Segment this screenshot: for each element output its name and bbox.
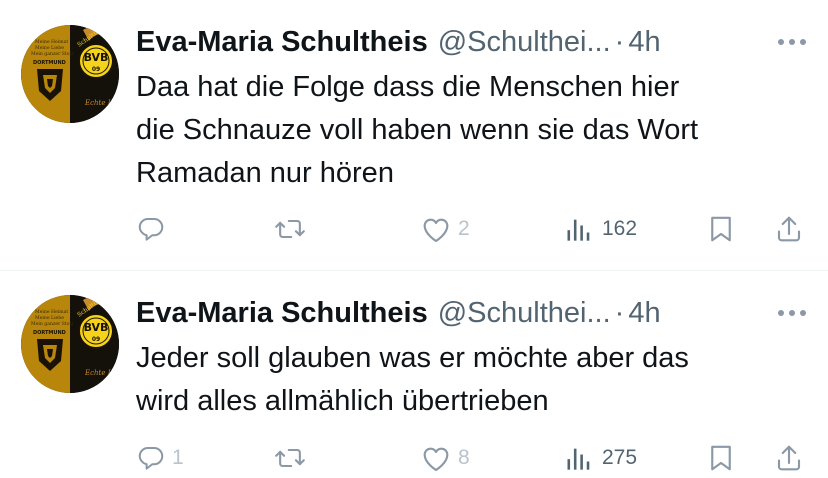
reply-icon [138, 447, 164, 470]
views-icon [567, 448, 590, 470]
timestamp[interactable]: 4h [628, 297, 660, 330]
bvb-crest-avatar-icon: Meine Heimat Meine Liebe Mein ganzer Sto… [21, 25, 119, 123]
retweet-icon [275, 448, 305, 468]
bookmark-icon [711, 445, 731, 471]
author-handle[interactable]: @Schulthei... [438, 26, 611, 59]
avatar-text: Meine Liebe [35, 45, 64, 51]
reply-icon [138, 218, 164, 241]
bookmark-button[interactable] [707, 209, 735, 249]
tweet-header: Eva-Maria Schultheis @Schulthei... · 4h [136, 22, 756, 62]
avatar-text: Mein ganzer Stolz [31, 51, 74, 57]
bvb-crest-avatar-icon: Meine Heimat Meine Liebe Mein ganzer Sto… [21, 295, 119, 393]
share-button[interactable] [774, 209, 804, 249]
like-button[interactable]: 2 [420, 209, 470, 249]
retweet-button[interactable] [274, 209, 312, 249]
avatar[interactable]: Meine Heimat Meine Liebe Mein ganzer Sto… [21, 295, 119, 393]
separator-dot: · [614, 25, 625, 58]
more-button[interactable] [772, 299, 812, 327]
action-bar: 2 162 [0, 209, 828, 249]
views-count: 162 [602, 217, 638, 240]
retweet-button[interactable] [274, 438, 312, 478]
avatar-text: Meine Liebe [35, 315, 64, 321]
like-count: 2 [458, 217, 470, 240]
author-name[interactable]: Eva-Maria Schultheis [136, 297, 428, 330]
more-button[interactable] [772, 28, 812, 56]
bookmark-icon [711, 216, 731, 242]
heart-icon [423, 447, 449, 472]
retweet-icon [275, 219, 305, 239]
avatar-text: Meine Heimat [35, 309, 68, 315]
views-button[interactable]: 162 [564, 209, 637, 249]
reply-button[interactable]: 1 [136, 438, 184, 478]
ellipsis-icon [778, 39, 806, 45]
avatar-text: Echte Liebe [84, 369, 119, 377]
reply-count: 1 [172, 446, 184, 469]
author-name[interactable]: Eva-Maria Schultheis [136, 26, 428, 59]
avatar[interactable]: Meine Heimat Meine Liebe Mein ganzer Sto… [21, 25, 119, 123]
tweet-header: Eva-Maria Schultheis @Schulthei... · 4h [136, 293, 756, 333]
tweet[interactable]: Meine Heimat Meine Liebe Mein ganzer Sto… [0, 271, 828, 478]
tweet-text: Daa hat die Folge dass die Menschen hier… [136, 71, 699, 189]
heart-icon [423, 218, 449, 243]
avatar-text: DORTMUND [33, 330, 66, 336]
views-count: 275 [602, 446, 638, 469]
action-bar: 1 8 275 [0, 438, 828, 478]
avatar-text: Echte Liebe [84, 99, 119, 107]
avatar-text: Mein ganzer Stolz [31, 321, 74, 327]
avatar-text: DORTMUND [33, 60, 66, 66]
separator-dot: · [614, 296, 625, 329]
reply-button[interactable] [136, 209, 172, 249]
avatar-text: 09 [92, 66, 100, 73]
like-button[interactable]: 8 [420, 438, 470, 478]
like-count: 8 [458, 446, 470, 469]
tweet-text: Jeder soll glauben was er möchte aber da… [136, 342, 689, 417]
ellipsis-icon [778, 310, 806, 316]
avatar-text: 09 [92, 336, 100, 343]
avatar-text: Meine Heimat [35, 39, 68, 45]
share-button[interactable] [774, 438, 804, 478]
timestamp[interactable]: 4h [628, 26, 660, 59]
bookmark-button[interactable] [707, 438, 735, 478]
views-icon [567, 219, 590, 241]
avatar-text: BVB [84, 321, 109, 334]
share-icon [777, 445, 801, 471]
avatar-text: BVB [84, 51, 109, 64]
tweet[interactable]: Meine Heimat Meine Liebe Mein ganzer Sto… [0, 0, 828, 270]
views-button[interactable]: 275 [564, 438, 637, 478]
share-icon [777, 216, 801, 242]
author-handle[interactable]: @Schulthei... [438, 297, 611, 330]
